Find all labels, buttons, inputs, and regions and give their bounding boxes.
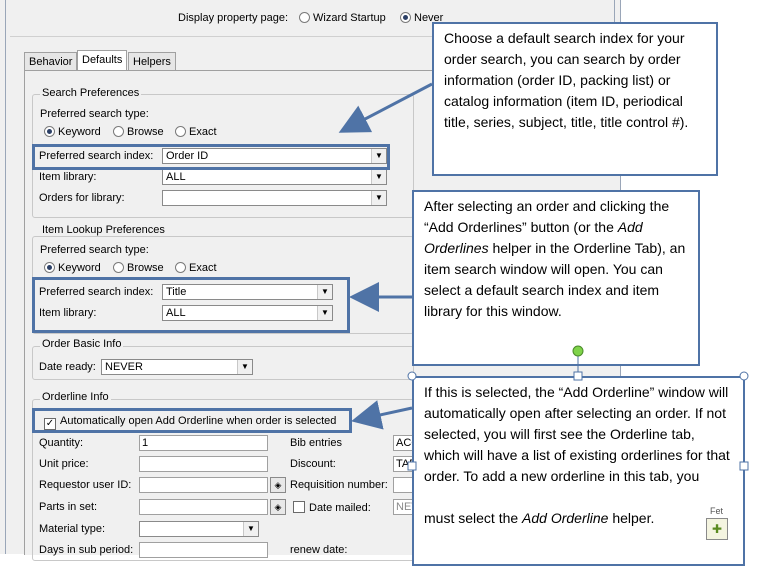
add-orderline-helper-icon[interactable]: ✚ — [706, 518, 728, 540]
rotate-handle-icon[interactable] — [572, 345, 584, 357]
resize-handle-icon[interactable] — [739, 461, 749, 471]
resize-handle-icon[interactable] — [573, 371, 583, 381]
resize-handle-icon[interactable] — [407, 461, 417, 471]
selection-handles — [407, 345, 749, 471]
resize-handle-icon[interactable] — [739, 371, 749, 381]
resize-handle-icon[interactable] — [407, 371, 417, 381]
corner-icon-label: Fet — [710, 506, 724, 516]
